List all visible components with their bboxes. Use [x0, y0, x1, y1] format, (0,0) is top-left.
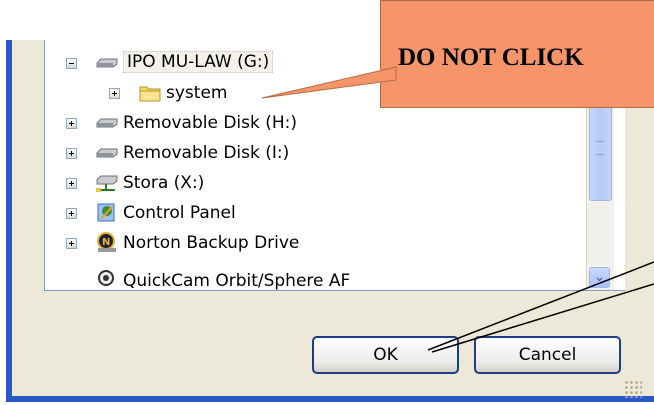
expand-icon[interactable]	[66, 148, 77, 159]
control-panel-icon	[95, 201, 119, 222]
tree-item-label: Norton Backup Drive	[123, 233, 300, 253]
drive-icon	[95, 53, 119, 73]
tree-item-label: IPO MU-LAW (G:)	[123, 51, 274, 73]
norton-icon: N	[95, 231, 119, 252]
scrollbar-thumb[interactable]	[589, 96, 612, 201]
resize-grip-icon[interactable]	[624, 380, 642, 398]
ok-button[interactable]: OK	[312, 336, 459, 374]
expand-icon[interactable]	[66, 118, 77, 129]
tree-item-label: Stora (X:)	[123, 173, 205, 193]
drive-icon	[95, 113, 119, 133]
tree-item-label: Control Panel	[123, 203, 236, 223]
expand-icon[interactable]	[109, 88, 120, 99]
window-frame-bottom	[6, 396, 654, 402]
cancel-button[interactable]: Cancel	[474, 336, 621, 374]
drive-icon	[95, 143, 119, 163]
tree-item-label: system	[166, 83, 228, 103]
folder-icon	[138, 83, 162, 103]
network-drive-icon	[95, 172, 119, 192]
collapse-icon[interactable]	[66, 58, 77, 69]
expand-icon[interactable]	[66, 208, 77, 219]
webcam-icon	[95, 269, 119, 289]
svg-text:N: N	[102, 237, 110, 248]
tree-item-label: QuickCam Orbit/Sphere AF	[123, 271, 351, 291]
scroll-down-arrow-icon[interactable]: ⌄	[589, 267, 610, 288]
expand-icon[interactable]	[66, 238, 77, 249]
expand-icon[interactable]	[66, 178, 77, 189]
tree-item-label: Removable Disk (H:)	[123, 113, 298, 133]
callout-text: DO NOT CLICK	[398, 44, 584, 71]
tree-item-label: Removable Disk (I:)	[123, 143, 290, 163]
